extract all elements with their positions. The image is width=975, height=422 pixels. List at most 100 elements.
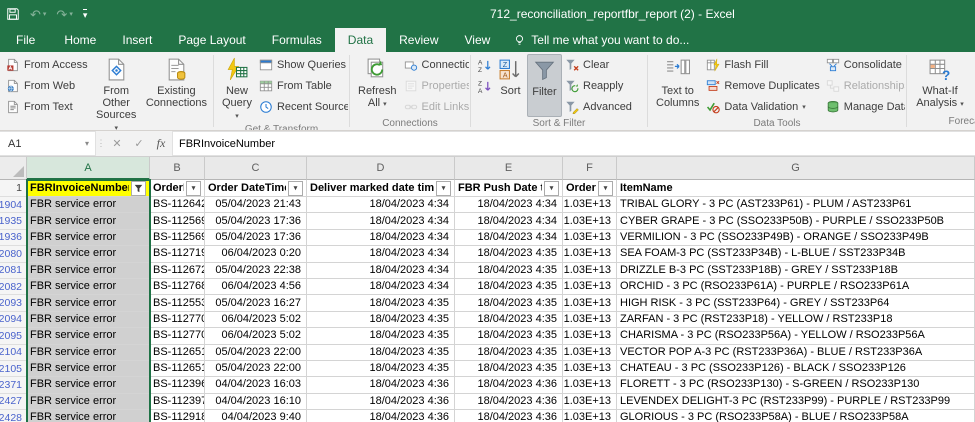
cell-b[interactable]: BS-112397 (150, 394, 205, 410)
cell-e[interactable]: 18/04/2023 4:36 (455, 410, 563, 422)
tell-me-box[interactable]: Tell me what you want to do... (513, 28, 689, 52)
cell-b[interactable]: BS-112569 (150, 213, 205, 229)
cell-d[interactable]: 18/04/2023 4:34 (307, 197, 455, 213)
cell-c[interactable]: 05/04/2023 21:43 (205, 197, 307, 213)
row-header[interactable]: 2080 (0, 246, 27, 262)
tab-view[interactable]: View (452, 28, 504, 52)
cell-d[interactable]: 18/04/2023 4:36 (307, 394, 455, 410)
cell-c[interactable]: 04/04/2023 16:10 (205, 394, 307, 410)
existing-connections-button[interactable]: Existing Connections (142, 54, 211, 130)
cell-g[interactable]: TRIBAL GLORY - 3 PC (AST233P61) - PLUM /… (617, 197, 975, 213)
name-box-dropdown-icon[interactable]: ▾ (85, 139, 95, 148)
cell-d[interactable]: 18/04/2023 4:36 (307, 377, 455, 393)
cell-b[interactable]: BS-112768 (150, 279, 205, 295)
cell-a[interactable]: FBR service error (27, 410, 150, 422)
tab-review[interactable]: Review (386, 28, 451, 52)
row-header[interactable]: 2081 (0, 263, 27, 279)
tab-formulas[interactable]: Formulas (259, 28, 335, 52)
cell-a[interactable]: FBR service error (27, 394, 150, 410)
cell-d[interactable]: 18/04/2023 4:35 (307, 361, 455, 377)
cell-f[interactable]: 1.03E+13 (563, 394, 617, 410)
reapply-button[interactable]: Reapply (562, 76, 635, 96)
cell-e[interactable]: 18/04/2023 4:35 (455, 295, 563, 311)
cell-b[interactable]: BS-112651 (150, 361, 205, 377)
cell-g[interactable]: CHARISMA - 3 PC (RSO233P56A) - YELLOW / … (617, 328, 975, 344)
cell-g[interactable]: SEA FOAM-3 PC (SST233P34B) - L-BLUE / SS… (617, 246, 975, 262)
from-web-button[interactable]: From Web (3, 76, 91, 96)
cell-f[interactable]: 1.03E+13 (563, 328, 617, 344)
cell-g[interactable]: VERMILION - 3 PC (SSO233P49B) - ORANGE /… (617, 230, 975, 246)
cell-a[interactable]: FBR service error (27, 279, 150, 295)
cell-f[interactable]: 1.03E+13 (563, 312, 617, 328)
cell-a[interactable]: FBR service error (27, 230, 150, 246)
cell-b[interactable]: BS-112651 (150, 345, 205, 361)
sort-descending-button[interactable] (475, 76, 494, 96)
column-header-b[interactable]: B (150, 157, 205, 180)
column-header-d[interactable]: D (307, 157, 455, 180)
cell-e1-fbr-push-date[interactable]: FBR Push Date tim ▾ (455, 180, 563, 197)
cell-a[interactable]: FBR service error (27, 361, 150, 377)
filter-button[interactable]: Filter (527, 54, 562, 117)
cell-g[interactable]: LEVENDEX DELIGHT-3 PC (RST233P99) - PURP… (617, 394, 975, 410)
cell-f[interactable]: 1.03E+13 (563, 263, 617, 279)
tab-file[interactable]: File (0, 28, 51, 52)
cell-b[interactable]: BS-112770 (150, 312, 205, 328)
filter-dropdown-button[interactable]: ▾ (436, 181, 451, 196)
name-box[interactable]: A1 ▾ (0, 131, 96, 156)
cell-b[interactable]: BS-112569 (150, 230, 205, 246)
cell-g[interactable]: ORCHID - 3 PC (RSO233P61A) - PURPLE / RS… (617, 279, 975, 295)
cell-d[interactable]: 18/04/2023 4:35 (307, 345, 455, 361)
cell-g[interactable]: FLORETT - 3 PC (RSO233P130) - S-GREEN / … (617, 377, 975, 393)
formula-input[interactable]: FBRInvoiceNumber (172, 131, 975, 156)
cell-b[interactable]: BS-112672 (150, 263, 205, 279)
sort-button[interactable]: Sort (494, 54, 527, 117)
cell-e[interactable]: 18/04/2023 4:35 (455, 263, 563, 279)
cell-c[interactable]: 05/04/2023 17:36 (205, 213, 307, 229)
cell-g[interactable]: HIGH RISK - 3 PC (SST233P64) - GREY / SS… (617, 295, 975, 311)
consolidate-button[interactable]: Consolidate (823, 55, 905, 75)
row-header[interactable]: 2427 (0, 394, 27, 410)
cell-e[interactable]: 18/04/2023 4:34 (455, 230, 563, 246)
cell-f[interactable]: 1.03E+13 (563, 230, 617, 246)
cell-g[interactable]: CYBER GRAPE - 3 PC (SSO233P50B) - PURPLE… (617, 213, 975, 229)
from-other-sources-button[interactable]: From Other Sources ▾ (91, 54, 142, 130)
remove-duplicates-button[interactable]: Remove Duplicates (703, 76, 822, 96)
cell-a[interactable]: FBR service error (27, 263, 150, 279)
tab-insert[interactable]: Insert (109, 28, 165, 52)
cell-a[interactable]: FBR service error (27, 328, 150, 344)
cell-b[interactable]: BS-112719 (150, 246, 205, 262)
filter-dropdown-button[interactable]: ▾ (186, 181, 201, 196)
advanced-filter-button[interactable]: Advanced (562, 97, 635, 117)
cell-c[interactable]: 06/04/2023 0:20 (205, 246, 307, 262)
new-query-button[interactable]: New Query ▾ (218, 54, 256, 123)
cell-e[interactable]: 18/04/2023 4:36 (455, 377, 563, 393)
cell-c[interactable]: 05/04/2023 22:00 (205, 361, 307, 377)
clear-filter-button[interactable]: Clear (562, 55, 635, 75)
sort-ascending-button[interactable] (475, 55, 494, 75)
from-access-button[interactable]: From Access (3, 55, 91, 75)
cell-c[interactable]: 05/04/2023 22:38 (205, 263, 307, 279)
tab-home[interactable]: Home (51, 28, 109, 52)
cell-c[interactable]: 05/04/2023 16:27 (205, 295, 307, 311)
cell-c[interactable]: 06/04/2023 5:02 (205, 328, 307, 344)
cell-a1-fbrinvoicenumber[interactable]: FBRInvoiceNumber (27, 180, 150, 197)
enter-icon[interactable]: ✓ (128, 131, 150, 156)
cell-f[interactable]: 1.03E+13 (563, 410, 617, 422)
column-header-g[interactable]: G (617, 157, 975, 180)
row-header[interactable]: 2371 (0, 377, 27, 393)
cell-d[interactable]: 18/04/2023 4:35 (307, 328, 455, 344)
cell-f[interactable]: 1.03E+13 (563, 361, 617, 377)
cell-e[interactable]: 18/04/2023 4:35 (455, 345, 563, 361)
row-header[interactable]: 2094 (0, 312, 27, 328)
forecast-sheet-button[interactable]: Forecast Sheet (969, 54, 975, 115)
cell-c[interactable]: 04/04/2023 9:40 (205, 410, 307, 422)
row-header[interactable]: 2105 (0, 361, 27, 377)
select-all-button[interactable] (0, 157, 27, 180)
cell-b1-orderid[interactable]: OrderId ▾ (150, 180, 205, 197)
cell-a[interactable]: FBR service error (27, 295, 150, 311)
insert-function-icon[interactable]: fx (150, 131, 172, 156)
cell-g[interactable]: CHATEAU - 3 PC (SSO233P126) - BLACK / SS… (617, 361, 975, 377)
cell-b[interactable]: BS-112396 (150, 377, 205, 393)
cell-f1-order-t[interactable]: Order t ▾ (563, 180, 617, 197)
text-to-columns-button[interactable]: Text to Columns (652, 54, 703, 117)
